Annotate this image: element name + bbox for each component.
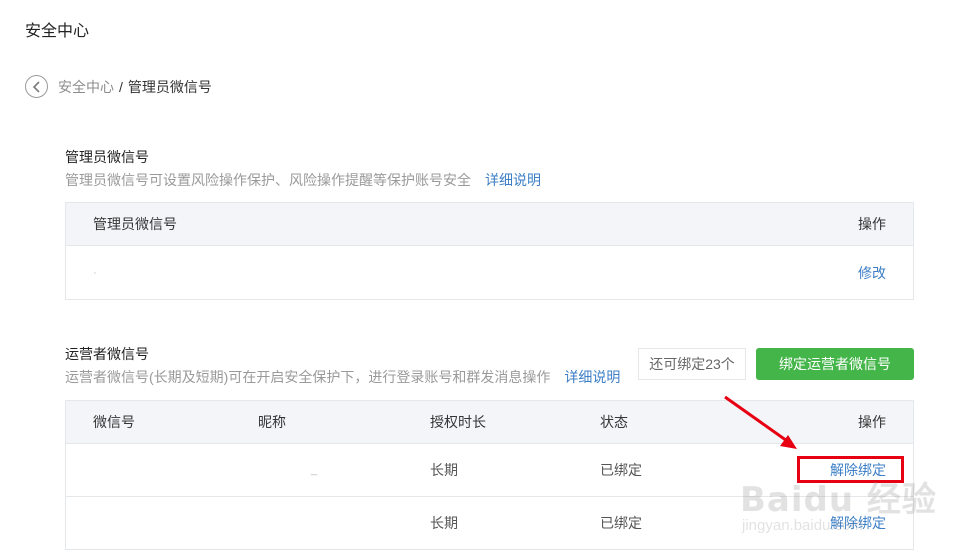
breadcrumb-current: 管理员微信号 — [127, 78, 212, 95]
watermark-main: Baidu 经验 — [740, 480, 937, 520]
breadcrumb-separator: / — [119, 78, 123, 95]
breadcrumb: 安全中心 / 管理员微信号 — [25, 73, 212, 100]
row-status: 已绑定 — [600, 462, 642, 478]
table-row: · 修改 — [66, 246, 913, 299]
admin-desc-text: 管理员微信号可设置风险操作保护、风险操作提醒等保护账号安全 — [65, 172, 471, 188]
page-title: 安全中心 — [25, 23, 90, 40]
row-status: 已绑定 — [600, 515, 642, 531]
row-duration: 长期 — [430, 515, 458, 531]
breadcrumb-parent[interactable]: 安全中心 — [58, 77, 114, 97]
admin-wechat-value: · — [93, 266, 97, 279]
operator-section-title: 运营者微信号 — [65, 346, 149, 362]
remaining-count-badge: 还可绑定23个 — [638, 348, 746, 380]
chevron-left-icon — [32, 80, 40, 93]
col-action: 操作 — [858, 216, 886, 232]
watermark: Baidu 经验 jingyan.baidu.com — [740, 472, 937, 534]
operator-table-header: 微信号 昵称 授权时长 状态 操作 — [66, 401, 913, 444]
operator-desc-text: 运营者微信号(长期及短期)可在开启安全保护下，进行登录账号和群发消息操作 — [65, 369, 551, 385]
back-button[interactable] — [25, 75, 48, 98]
admin-detail-link[interactable]: 详细说明 — [485, 172, 541, 188]
admin-section-desc: 管理员微信号可设置风险操作保护、风险操作提醒等保护账号安全 详细说明 — [65, 170, 541, 190]
bind-operator-button[interactable]: 绑定运营者微信号 — [756, 348, 914, 380]
admin-table: 管理员微信号 操作 · 修改 — [65, 202, 914, 300]
row-duration: 长期 — [430, 462, 458, 478]
col-wechat: 微信号 — [93, 414, 135, 430]
col-action: 操作 — [858, 414, 886, 430]
admin-table-header: 管理员微信号 操作 — [66, 203, 913, 246]
modify-link[interactable]: 修改 — [858, 263, 886, 283]
operator-section-desc: 运营者微信号(长期及短期)可在开启安全保护下，进行登录账号和群发消息操作 详细说明 — [65, 367, 620, 387]
col-status: 状态 — [600, 414, 628, 430]
admin-section-title: 管理员微信号 — [65, 149, 149, 165]
row-nickname: _ — [311, 464, 318, 476]
col-nickname: 昵称 — [258, 414, 286, 430]
col-duration: 授权时长 — [430, 414, 486, 430]
operator-detail-link[interactable]: 详细说明 — [564, 369, 620, 385]
col-admin-wechat: 管理员微信号 — [93, 216, 177, 232]
